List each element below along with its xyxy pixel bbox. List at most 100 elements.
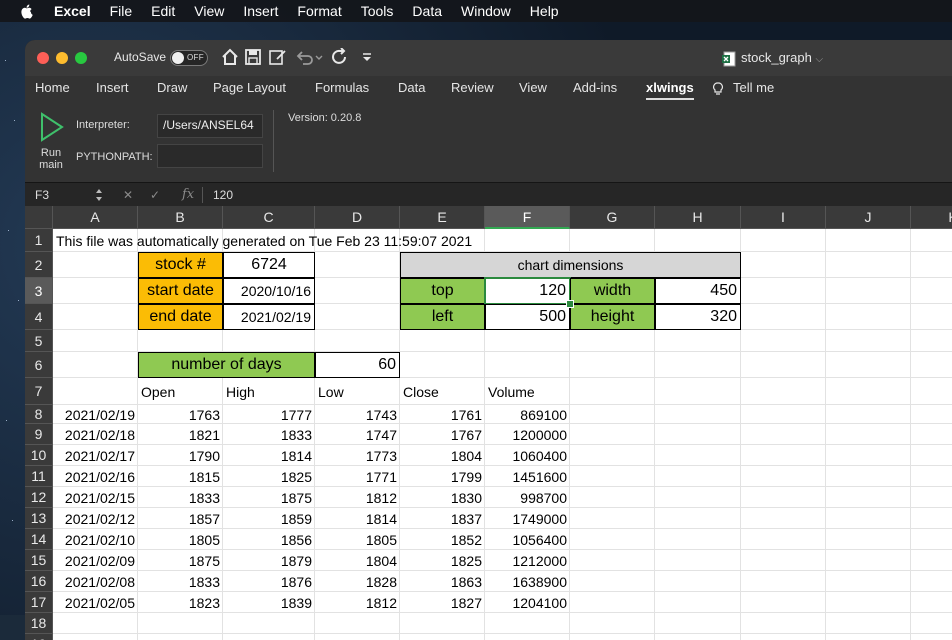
- header-open-cell[interactable]: Open: [138, 378, 223, 405]
- redo-icon[interactable]: [331, 48, 349, 66]
- end-date-label-cell[interactable]: end date: [138, 304, 223, 330]
- chart-dimensions-header[interactable]: chart dimensions: [400, 252, 741, 278]
- close-cell[interactable]: 1837: [400, 508, 485, 529]
- close-cell[interactable]: 1863: [400, 571, 485, 592]
- row-header-3[interactable]: 3: [25, 278, 53, 304]
- high-cell[interactable]: 1839: [223, 592, 315, 613]
- open-cell[interactable]: 1815: [138, 466, 223, 487]
- tab-add-ins[interactable]: Add-ins: [573, 80, 617, 95]
- high-cell[interactable]: 1814: [223, 445, 315, 466]
- tab-view[interactable]: View: [519, 80, 547, 95]
- row-header-7[interactable]: 7: [25, 378, 53, 405]
- volume-cell[interactable]: 869100: [485, 405, 570, 424]
- row-header-13[interactable]: 13: [25, 508, 53, 529]
- tab-draw[interactable]: Draw: [157, 80, 187, 95]
- row-header-6[interactable]: 6: [25, 352, 53, 378]
- name-box[interactable]: F3: [35, 188, 49, 202]
- number-of-days-label-cell[interactable]: number of days: [138, 352, 315, 378]
- row-header-10[interactable]: 10: [25, 445, 53, 466]
- row-header-9[interactable]: 9: [25, 424, 53, 445]
- tab-review[interactable]: Review: [451, 80, 494, 95]
- menu-tools[interactable]: Tools: [361, 3, 394, 19]
- date-cell[interactable]: 2021/02/19: [53, 405, 138, 424]
- low-cell[interactable]: 1804: [315, 550, 400, 571]
- row-header-15[interactable]: 15: [25, 550, 53, 571]
- date-cell[interactable]: 2021/02/17: [53, 445, 138, 466]
- tab-insert[interactable]: Insert: [96, 80, 129, 95]
- fill-handle[interactable]: [566, 300, 574, 308]
- number-of-days-value-cell[interactable]: 60: [315, 352, 400, 378]
- date-cell[interactable]: 2021/02/09: [53, 550, 138, 571]
- open-cell[interactable]: 1821: [138, 424, 223, 445]
- column-header-f[interactable]: F: [485, 206, 570, 229]
- header-close-cell[interactable]: Close: [400, 378, 485, 405]
- row-header-19[interactable]: 19: [25, 634, 53, 640]
- spreadsheet-grid[interactable]: ABCDEFGHIJK12345678910111213141516171819…: [25, 206, 952, 640]
- home-icon[interactable]: [221, 48, 239, 66]
- run-main-icon[interactable]: [39, 112, 65, 142]
- volume-cell[interactable]: 998700: [485, 487, 570, 508]
- formula-input[interactable]: 120: [213, 188, 233, 202]
- menu-help[interactable]: Help: [530, 3, 559, 19]
- tab-xlwings[interactable]: xlwings: [646, 80, 694, 100]
- row-header-4[interactable]: 4: [25, 304, 53, 330]
- start-date-label-cell[interactable]: start date: [138, 278, 223, 304]
- name-box-stepper-icon[interactable]: [95, 187, 103, 203]
- high-cell[interactable]: 1777: [223, 405, 315, 424]
- menu-insert[interactable]: Insert: [243, 3, 278, 19]
- column-header-c[interactable]: C: [223, 206, 315, 229]
- close-cell[interactable]: 1827: [400, 592, 485, 613]
- edit-icon[interactable]: [269, 48, 287, 66]
- menu-window[interactable]: Window: [461, 3, 511, 19]
- row-header-17[interactable]: 17: [25, 592, 53, 613]
- menu-view[interactable]: View: [194, 3, 224, 19]
- column-header-d[interactable]: D: [315, 206, 400, 229]
- open-cell[interactable]: 1833: [138, 487, 223, 508]
- close-cell[interactable]: 1852: [400, 529, 485, 550]
- date-cell[interactable]: 2021/02/18: [53, 424, 138, 445]
- date-cell[interactable]: 2021/02/05: [53, 592, 138, 613]
- header-high-cell[interactable]: High: [223, 378, 315, 405]
- autosave-toggle[interactable]: OFF: [170, 50, 208, 66]
- undo-icon[interactable]: [295, 48, 325, 66]
- row-header-1[interactable]: 1: [25, 229, 53, 252]
- close-window-button[interactable]: [37, 52, 49, 64]
- row-header-12[interactable]: 12: [25, 487, 53, 508]
- column-header-k[interactable]: K: [911, 206, 952, 229]
- zoom-window-button[interactable]: [75, 52, 87, 64]
- top-label-cell[interactable]: top: [400, 278, 485, 304]
- header-low-cell[interactable]: Low: [315, 378, 400, 405]
- save-icon[interactable]: [245, 48, 261, 66]
- high-cell[interactable]: 1879: [223, 550, 315, 571]
- close-cell[interactable]: 1830: [400, 487, 485, 508]
- height-value-cell[interactable]: 320: [655, 304, 741, 330]
- date-cell[interactable]: 2021/02/12: [53, 508, 138, 529]
- column-header-e[interactable]: E: [400, 206, 485, 229]
- high-cell[interactable]: 1875: [223, 487, 315, 508]
- end-date-value-cell[interactable]: 2021/02/19: [223, 304, 315, 330]
- open-cell[interactable]: 1790: [138, 445, 223, 466]
- open-cell[interactable]: 1857: [138, 508, 223, 529]
- open-cell[interactable]: 1805: [138, 529, 223, 550]
- low-cell[interactable]: 1828: [315, 571, 400, 592]
- row-header-11[interactable]: 11: [25, 466, 53, 487]
- tab-tell-me[interactable]: Tell me: [733, 80, 774, 95]
- left-value-cell[interactable]: 500: [485, 304, 570, 330]
- date-cell[interactable]: 2021/02/08: [53, 571, 138, 592]
- volume-cell[interactable]: 1749000: [485, 508, 570, 529]
- stock-value-cell[interactable]: 6724: [223, 252, 315, 278]
- high-cell[interactable]: 1825: [223, 466, 315, 487]
- open-cell[interactable]: 1763: [138, 405, 223, 424]
- low-cell[interactable]: 1747: [315, 424, 400, 445]
- interpreter-input[interactable]: /Users/ANSEL64: [157, 114, 263, 138]
- column-header-j[interactable]: J: [826, 206, 911, 229]
- volume-cell[interactable]: 1212000: [485, 550, 570, 571]
- volume-cell[interactable]: 1056400: [485, 529, 570, 550]
- pythonpath-input[interactable]: [157, 144, 263, 168]
- tab-formulas[interactable]: Formulas: [315, 80, 369, 95]
- stock-label-cell[interactable]: stock #: [138, 252, 223, 278]
- volume-cell[interactable]: 1638900: [485, 571, 570, 592]
- top-value-cell[interactable]: 120: [484, 277, 571, 305]
- select-all-corner[interactable]: [25, 206, 53, 229]
- low-cell[interactable]: 1812: [315, 487, 400, 508]
